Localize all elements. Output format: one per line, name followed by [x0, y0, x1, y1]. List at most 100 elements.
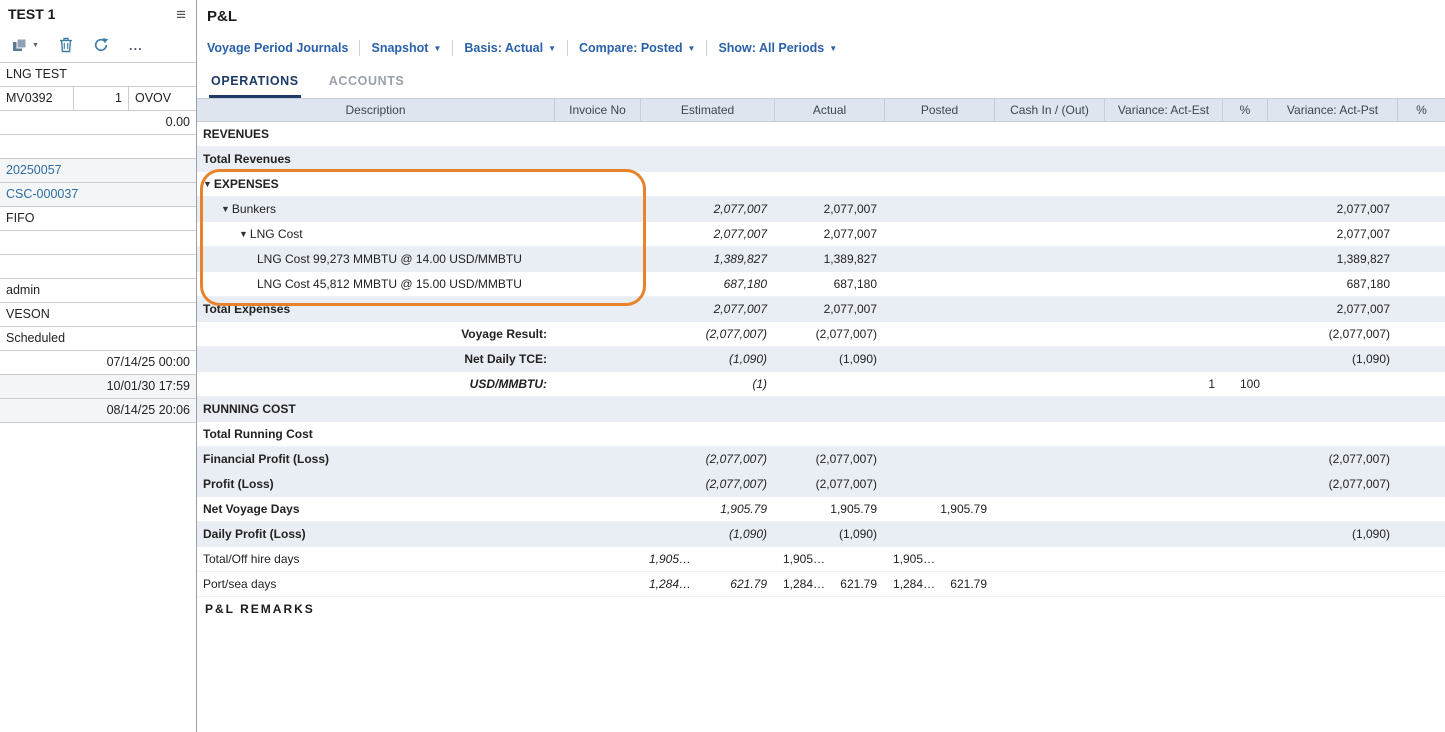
pnl-remarks-input[interactable]	[197, 622, 1445, 732]
amount-field[interactable]: 0.00	[0, 111, 196, 135]
delete-icon[interactable]	[59, 37, 73, 53]
cell-invoice	[555, 322, 641, 346]
pnl-row[interactable]: LNG Cost 45,812 MMBTU @ 15.00 USD/MMBTU6…	[197, 272, 1445, 297]
pnl-row[interactable]: Net Daily TCE:(1,090)(1,090)(1,090)	[197, 347, 1445, 372]
show-periods-dropdown[interactable]: Show: All Periods ▼	[718, 41, 837, 55]
cell-est	[641, 172, 775, 196]
cell-var_ap: (1,090)	[1268, 347, 1398, 371]
toolbar-divider	[567, 40, 568, 56]
cell-var_ae: 1	[1105, 372, 1223, 396]
pnl-row[interactable]: Voyage Result:(2,077,007)(2,077,007)(2,0…	[197, 322, 1445, 347]
sidebar-link-value[interactable]: 20250057	[0, 159, 196, 182]
voyage-period-journals-button[interactable]: Voyage Period Journals	[207, 41, 348, 55]
more-icon[interactable]: ...	[129, 39, 143, 52]
pnl-row[interactable]: ▼EXPENSES	[197, 172, 1445, 197]
row-description-text: Net Daily TCE:	[464, 352, 547, 366]
pnl-row[interactable]: RUNNING COST	[197, 397, 1445, 422]
empty-field-3[interactable]	[0, 255, 196, 279]
snapshot-copy-icon[interactable]: ▼	[12, 38, 39, 53]
pnl-row[interactable]: Financial Profit (Loss)(2,077,007)(2,077…	[197, 447, 1445, 472]
snapshot-dropdown-label: Snapshot	[371, 41, 428, 55]
row-description-text: Daily Profit (Loss)	[203, 527, 306, 541]
cell-est: (1,090)	[641, 522, 775, 546]
refresh-icon[interactable]	[93, 37, 109, 53]
hamburger-menu-icon[interactable]: ≡	[176, 6, 186, 23]
cell-posted	[885, 447, 995, 471]
column-header-description: Description	[197, 99, 555, 121]
snapshot-dropdown[interactable]: Snapshot ▼	[371, 41, 441, 55]
cell-cash	[995, 372, 1105, 396]
cell-pct_ae	[1223, 247, 1268, 271]
cell-posted-part: 621.79	[950, 572, 987, 596]
last-updated-field[interactable]: 08/14/25 20:06	[0, 399, 196, 423]
sidebar-link-value[interactable]: CSC-000037	[0, 183, 196, 206]
pnl-row[interactable]: USD/MMBTU:(1)1100	[197, 372, 1445, 397]
pnl-row[interactable]: Net Voyage Days1,905.791,905.791,905.79	[197, 497, 1445, 522]
pnl-row[interactable]: LNG Cost 99,273 MMBTU @ 14.00 USD/MMBTU1…	[197, 247, 1445, 272]
cell-pct_ap	[1398, 122, 1445, 146]
cell-pct_ae	[1223, 122, 1268, 146]
pnl-row[interactable]: ▼LNG Cost2,077,0072,077,0072,077,007	[197, 222, 1445, 247]
cell-pct_ap	[1398, 447, 1445, 471]
pnl-row[interactable]: Total/Off hire days1,905…1,905…1,905…	[197, 547, 1445, 572]
cell-invoice	[555, 447, 641, 471]
tab-operations[interactable]: OPERATIONS	[209, 66, 301, 98]
pnl-row[interactable]: Total Expenses2,077,0072,077,0072,077,00…	[197, 297, 1445, 322]
coa-no-field[interactable]: CSC-000037	[0, 183, 196, 207]
complete-date-field[interactable]: 10/01/30 17:59	[0, 375, 196, 399]
cell-act	[775, 172, 885, 196]
vessel-name-field[interactable]: LNG TEST	[0, 63, 196, 87]
cell-posted	[885, 122, 995, 146]
basis-dropdown[interactable]: Basis: Actual ▼	[464, 41, 556, 55]
cell-invoice	[555, 372, 641, 396]
pnl-row[interactable]: Profit (Loss)(2,077,007)(2,077,007)(2,07…	[197, 472, 1445, 497]
pnl-row[interactable]: Total Running Cost	[197, 422, 1445, 447]
cell-pct_ap	[1398, 397, 1445, 421]
cell-invoice	[555, 397, 641, 421]
pricing-method-field[interactable]: FIFO	[0, 207, 196, 231]
cell-act: 1,389,827	[775, 247, 885, 271]
company-field[interactable]: VESON	[0, 303, 196, 327]
sidebar-field-value: MV0392	[0, 87, 73, 110]
row-description: Net Daily TCE:	[197, 347, 555, 371]
row-description-text: RUNNING COST	[203, 402, 296, 416]
cell-var_ae	[1105, 247, 1223, 271]
compare-dropdown[interactable]: Compare: Posted ▼	[579, 41, 695, 55]
row-description: Financial Profit (Loss)	[197, 447, 555, 471]
cell-act-part: 621.79	[840, 572, 877, 596]
cell-var_ae	[1105, 447, 1223, 471]
cell-est	[641, 422, 775, 446]
show-periods-dropdown-label: Show: All Periods	[718, 41, 824, 55]
cell-invoice	[555, 247, 641, 271]
column-header-pct-act-pst: %	[1398, 99, 1445, 121]
pnl-row[interactable]: ▼Bunkers2,077,0072,077,0072,077,007	[197, 197, 1445, 222]
cell-invoice	[555, 547, 641, 571]
pnl-row[interactable]: Daily Profit (Loss)(1,090)(1,090)(1,090)	[197, 522, 1445, 547]
empty-field-1[interactable]	[0, 135, 196, 159]
collapse-caret-icon[interactable]: ▼	[203, 172, 212, 196]
status-field[interactable]: Scheduled	[0, 327, 196, 351]
fixture-no-field[interactable]: 20250057	[0, 159, 196, 183]
pnl-row[interactable]: REVENUES	[197, 122, 1445, 147]
row-description: REVENUES	[197, 122, 555, 146]
commence-date-field[interactable]: 07/14/25 00:00	[0, 351, 196, 375]
tab-accounts[interactable]: ACCOUNTS	[327, 66, 407, 98]
cell-est: 1,389,827	[641, 247, 775, 271]
cell-pct_ae	[1223, 347, 1268, 371]
row-description-text: LNG Cost 45,812 MMBTU @ 15.00 USD/MMBTU	[257, 277, 522, 291]
user-field[interactable]: admin	[0, 279, 196, 303]
row-description: Net Voyage Days	[197, 497, 555, 521]
cell-est: 1,905.79	[641, 497, 775, 521]
collapse-caret-icon[interactable]: ▼	[221, 197, 230, 221]
cell-act: 1,284…621.79	[775, 572, 885, 596]
row-description-text: USD/MMBTU:	[470, 377, 547, 391]
cell-cash	[995, 297, 1105, 321]
cell-posted-part: 1,905…	[893, 547, 935, 571]
pnl-row[interactable]: Total Revenues	[197, 147, 1445, 172]
row-description-text: Financial Profit (Loss)	[203, 452, 329, 466]
empty-field-2[interactable]	[0, 231, 196, 255]
collapse-caret-icon[interactable]: ▼	[239, 222, 248, 246]
row-description-text: EXPENSES	[214, 177, 279, 191]
pnl-row[interactable]: Port/sea days1,284…621.791,284…621.791,2…	[197, 572, 1445, 597]
voyage-id-field[interactable]: MV03921OVOV	[0, 87, 196, 111]
